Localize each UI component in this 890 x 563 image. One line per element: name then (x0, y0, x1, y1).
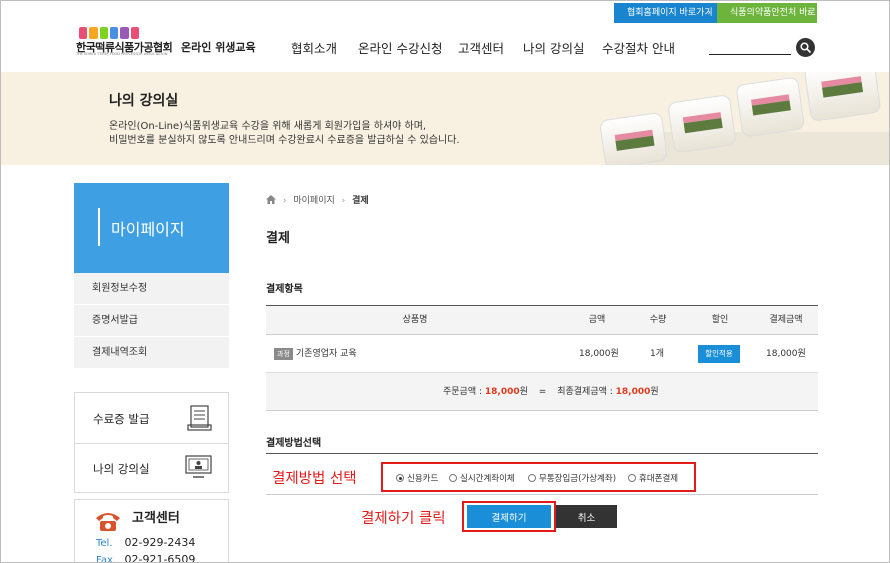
radio-bank-transfer[interactable]: 실시간계좌이체 (449, 472, 515, 484)
product-cell: 과정 기존영업자 교육 (274, 335, 357, 373)
logo-english: THE KOREA TTEOK FOOD PROCESSOR ASSOCIATI… (76, 52, 168, 56)
tel-label: Tel. (96, 538, 113, 549)
header-discount: 할인 (711, 315, 729, 325)
breadcrumb-current: 결제 (352, 196, 369, 206)
radio-mobile-label: 휴대폰결제 (639, 474, 679, 484)
monitor-icon (185, 455, 212, 478)
customer-center-title: 고객센터 (132, 511, 180, 526)
final-amount-won: 원 (650, 387, 659, 397)
my-classroom-box[interactable]: 나의 강의실 (74, 443, 229, 493)
order-summary-text: 주문금액 : 18,000원 = 최종결제금액 : 18,000원 (443, 373, 659, 411)
breadcrumb-separator: › (341, 196, 346, 206)
banner-desc-line1: 온라인(On-Line)식품위생교육 수강을 위해 새롭게 회원가입을 하셔야 … (109, 121, 427, 132)
header-product: 상품명 (402, 315, 428, 325)
sidebar-item-payments[interactable]: 결제내역조회 (74, 337, 229, 369)
gnb-item-about[interactable]: 협회소개 (291, 38, 337, 57)
association-link-label: 협회홈페이지 바로가기 (627, 8, 713, 18)
phone-icon (96, 513, 120, 531)
banner-desc-line2: 비밀번호를 분실하지 않도록 안내드리며 수강완료시 수료증을 발급하실 수 있… (109, 135, 460, 146)
fax-label: Fax. (96, 555, 117, 563)
sidebar-header: 마이페이지 (74, 183, 229, 273)
header-total: 결제금액 (769, 315, 803, 325)
radio-empty-icon (628, 474, 636, 482)
qty-cell: 1개 (650, 349, 665, 359)
page-frame: 협회홈페이지 바로가기 › 식품의약품안전처 바로가기 › 한국떡류식품가공협회… (0, 0, 890, 563)
radio-credit-card[interactable]: 신용카드 (396, 472, 438, 484)
order-amount-label: 주문금액 : (443, 387, 483, 397)
certificate-issue-label: 수료증 발급 (93, 412, 150, 426)
page-title: 결제 (266, 231, 290, 246)
table-row: 과정 기존영업자 교육 18,000원 1개 할인적용 18,000원 (266, 335, 818, 373)
customer-center-tel: Tel. 02-929-2434 (96, 536, 195, 549)
radio-bank-transfer-label: 실시간계좌이체 (460, 474, 515, 484)
header-price: 금액 (588, 315, 606, 325)
apply-discount-button[interactable]: 할인적용 (698, 345, 740, 363)
mfds-link-label: 식품의약품안전처 바로가기 (730, 8, 816, 38)
equals-sign: = (538, 387, 547, 397)
search-button[interactable] (796, 38, 815, 57)
certificate-icon (187, 405, 212, 431)
sidebar-menu: 회원정보수정 증명서발급 결제내역조회 (74, 273, 229, 369)
rice-cake-image (586, 72, 889, 165)
sidebar-title: 마이페이지 (111, 220, 185, 239)
method-options-highlight: 신용카드 실시간계좌이체 무통장입금(가상계좌) 휴대폰결제 (381, 462, 696, 492)
breadcrumb: › 마이페이지 › 결제 (266, 193, 369, 206)
order-summary: 주문금액 : 18,000원 = 최종결제금액 : 18,000원 (266, 373, 818, 411)
pay-button[interactable]: 결제하기 (467, 505, 551, 528)
logo-education: 온라인 위생교육 (181, 41, 256, 54)
breadcrumb-mypage[interactable]: 마이페이지 (293, 196, 334, 206)
sidebar-header-bar (98, 208, 100, 246)
breadcrumb-separator: › (282, 196, 287, 206)
chevron-right-icon: › (707, 8, 711, 18)
final-amount-value: 18,000 (615, 387, 651, 397)
pay-annotation: 결제하기 클릭 (361, 511, 446, 527)
items-table-header: 상품명 금액 수량 할인 결제금액 (266, 306, 818, 335)
items-section-title: 결제항목 (266, 284, 303, 295)
mfds-link[interactable]: 식품의약품안전처 바로가기 › (717, 3, 817, 38)
search-icon (800, 42, 811, 53)
home-icon[interactable] (266, 195, 276, 204)
order-amount-won: 원 (519, 387, 528, 397)
order-amount-value: 18,000 (484, 387, 520, 397)
banner-title: 나의 강의실 (109, 93, 179, 109)
sidebar-item-certificates[interactable]: 증명서발급 (74, 305, 229, 337)
association-home-link[interactable]: 협회홈페이지 바로가기 › (614, 3, 717, 23)
radio-mobile[interactable]: 휴대폰결제 (628, 472, 678, 484)
my-classroom-label: 나의 강의실 (93, 462, 150, 476)
course-tag: 과정 (274, 347, 293, 360)
fax-value: 02-921-6509 (124, 553, 196, 563)
gnb-item-support[interactable]: 고객센터 (458, 38, 504, 57)
cancel-button[interactable]: 취소 (556, 505, 617, 528)
final-amount-label: 최종결제금액 : (557, 387, 613, 397)
sidebar-item-profile[interactable]: 회원정보수정 (74, 273, 229, 305)
customer-center-box: 고객센터 Tel. 02-929-2434 Fax. 02-921-6509 (74, 499, 229, 563)
logo-mark-icon (79, 27, 139, 39)
method-annotation: 결제방법 선택 (272, 471, 357, 487)
search-input[interactable] (709, 54, 791, 55)
chevron-right-icon: › (807, 8, 811, 18)
gnb-item-guide[interactable]: 수강절차 안내 (602, 38, 675, 57)
tel-value: 02-929-2434 (124, 536, 196, 549)
page-banner: 나의 강의실 온라인(On-Line)식품위생교육 수강을 위해 새롭게 회원가… (1, 72, 889, 165)
header-qty: 수량 (649, 315, 667, 325)
radio-selected-icon (396, 474, 404, 482)
radio-empty-icon (528, 474, 536, 482)
customer-center-fax: Fax. 02-921-6509 (96, 553, 196, 563)
price-cell: 18,000원 (579, 349, 619, 359)
radio-virtual-account[interactable]: 무통장입금(가상계좌) (528, 472, 616, 484)
total-cell: 18,000원 (766, 349, 806, 359)
gnb-item-classroom[interactable]: 나의 강의실 (523, 38, 584, 57)
radio-empty-icon (449, 474, 457, 482)
certificate-issue-box[interactable]: 수료증 발급 (74, 392, 229, 444)
site-logo[interactable]: 한국떡류식품가공협회 THE KOREA TTEOK FOOD PROCESSO… (76, 27, 256, 57)
product-name: 기존영업자 교육 (295, 349, 357, 359)
gnb-item-apply[interactable]: 온라인 수강신청 (358, 38, 442, 57)
radio-credit-card-label: 신용카드 (407, 474, 439, 484)
radio-virtual-account-label: 무통장입금(가상계좌) (539, 474, 617, 484)
method-section-title: 결제방법선택 (266, 438, 322, 449)
